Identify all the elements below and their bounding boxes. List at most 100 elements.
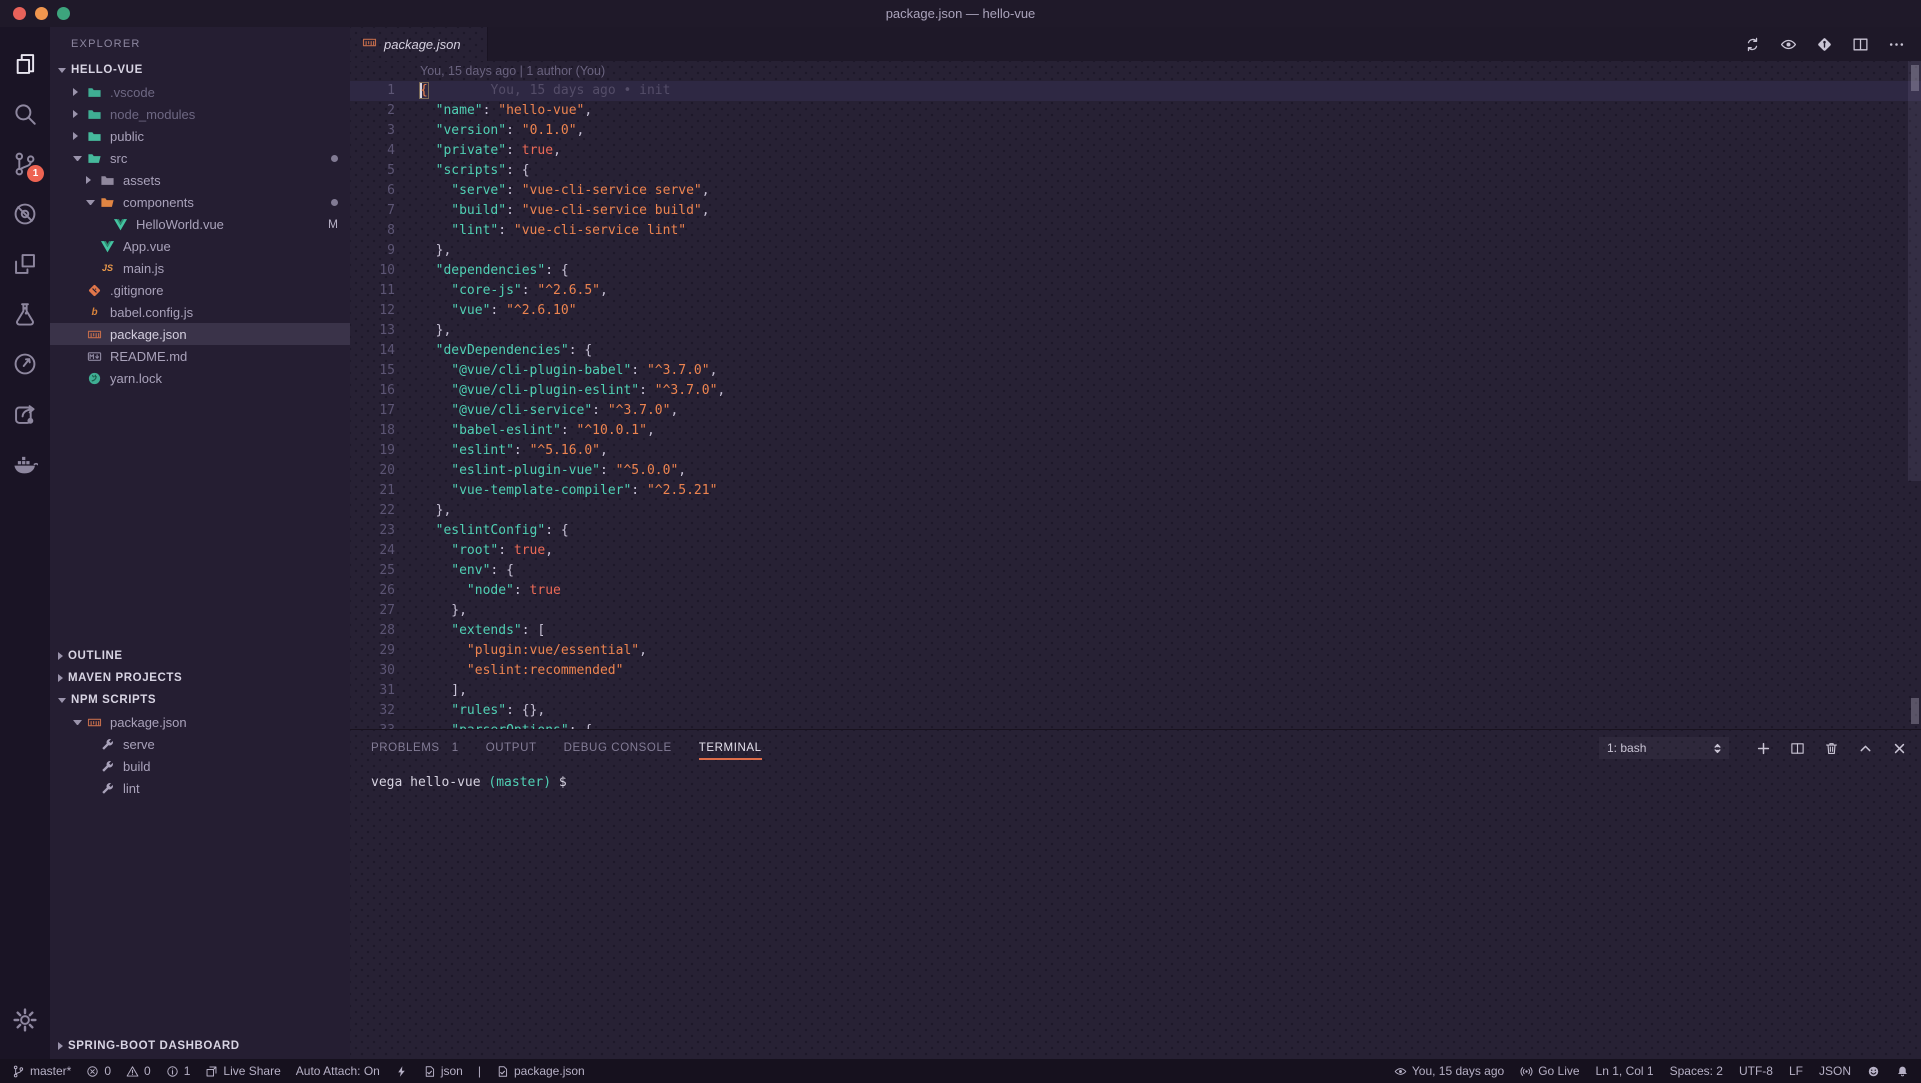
line-number[interactable]: 7 xyxy=(350,201,395,221)
cursor-position[interactable]: Ln 1, Col 1 xyxy=(1596,1064,1654,1078)
line-number[interactable]: 4 xyxy=(350,141,395,161)
plus-icon[interactable] xyxy=(1756,741,1771,756)
auto-attach-status[interactable]: Auto Attach: On xyxy=(296,1064,380,1078)
chevron-down-icon[interactable] xyxy=(73,156,82,161)
section-header-project[interactable]: HELLO-VUE xyxy=(50,59,350,81)
code-line-13[interactable]: 13}, xyxy=(350,321,1921,341)
language-mode[interactable]: JSON xyxy=(1819,1064,1851,1078)
line-number[interactable]: 17 xyxy=(350,401,395,421)
eol-status[interactable]: LF xyxy=(1789,1064,1803,1078)
tree-item-main-js[interactable]: JSmain.js xyxy=(50,257,350,279)
tree-item-helloworld-vue[interactable]: HelloWorld.vueM xyxy=(50,213,350,235)
line-number[interactable]: 19 xyxy=(350,441,395,461)
line-number[interactable]: 22 xyxy=(350,501,395,521)
indentation-status[interactable]: Spaces: 2 xyxy=(1670,1064,1723,1078)
line-number[interactable]: 24 xyxy=(350,541,395,561)
code-line-25[interactable]: 25"env": { xyxy=(350,561,1921,581)
code-line-20[interactable]: 20"eslint-plugin-vue": "^5.0.0", xyxy=(350,461,1921,481)
eye-icon[interactable] xyxy=(1780,36,1797,53)
line-number[interactable]: 6 xyxy=(350,181,395,201)
npm-script-serve[interactable]: serve xyxy=(50,733,350,755)
activity-bar-item-live-share[interactable] xyxy=(0,389,50,439)
tree-item-public[interactable]: public xyxy=(50,125,350,147)
chevron-right-icon[interactable] xyxy=(73,132,82,140)
live-share-status[interactable]: Live Share xyxy=(205,1064,280,1078)
code-line-8[interactable]: 8"lint": "vue-cli-service lint" xyxy=(350,221,1921,241)
activity-bar-item-source-control[interactable]: 1 xyxy=(0,139,50,189)
activity-bar-item-test[interactable] xyxy=(0,289,50,339)
line-number[interactable]: 10 xyxy=(350,261,395,281)
code-line-16[interactable]: 16"@vue/cli-plugin-eslint": "^3.7.0", xyxy=(350,381,1921,401)
section-header-outline[interactable]: OUTLINE xyxy=(50,645,350,667)
gitlens-blame-status[interactable]: You, 15 days ago xyxy=(1394,1064,1504,1078)
more-actions-icon[interactable] xyxy=(1888,36,1905,53)
line-number[interactable]: 25 xyxy=(350,561,395,581)
code-line-22[interactable]: 22}, xyxy=(350,501,1921,521)
line-number[interactable]: 2 xyxy=(350,101,395,121)
line-number[interactable]: 8 xyxy=(350,221,395,241)
section-header-springboot[interactable]: SPRING-BOOT DASHBOARD xyxy=(50,1035,350,1057)
npm-script-package-json[interactable]: package.json xyxy=(50,711,350,733)
code-line-23[interactable]: 23"eslintConfig": { xyxy=(350,521,1921,541)
tree-item-app-vue[interactable]: App.vue xyxy=(50,235,350,257)
code-line-15[interactable]: 15"@vue/cli-plugin-babel": "^3.7.0", xyxy=(350,361,1921,381)
code-line-29[interactable]: 29"plugin:vue/essential", xyxy=(350,641,1921,661)
code-line-18[interactable]: 18"babel-eslint": "^10.0.1", xyxy=(350,421,1921,441)
tab-package-json[interactable]: package.json xyxy=(350,27,488,61)
code-line-1[interactable]: 1{ You, 15 days ago • init xyxy=(350,81,1921,101)
panel-tab-debug-console[interactable]: DEBUG CONSOLE xyxy=(564,730,672,766)
npm-script-lint[interactable]: lint xyxy=(50,777,350,799)
chevron-down-icon[interactable] xyxy=(73,720,82,725)
terminal-select[interactable]: 1: bash xyxy=(1599,737,1729,759)
git-branch-status[interactable]: master* xyxy=(12,1064,71,1078)
chevron-right-icon[interactable] xyxy=(86,176,95,184)
code-line-21[interactable]: 21"vue-template-compiler": "^2.5.21" xyxy=(350,481,1921,501)
sync-icon[interactable] xyxy=(1744,36,1761,53)
code-line-12[interactable]: 12"vue": "^2.6.10" xyxy=(350,301,1921,321)
bolt-status[interactable] xyxy=(395,1065,408,1078)
code-line-17[interactable]: 17"@vue/cli-service": "^3.7.0", xyxy=(350,401,1921,421)
tree-item-src[interactable]: src xyxy=(50,147,350,169)
line-number[interactable]: 13 xyxy=(350,321,395,341)
line-number[interactable]: 28 xyxy=(350,621,395,641)
activity-bar-item-explorer[interactable] xyxy=(0,39,50,89)
code-line-14[interactable]: 14"devDependencies": { xyxy=(350,341,1921,361)
activity-bar-item-debug[interactable] xyxy=(0,189,50,239)
tree-item-babel-config-js[interactable]: bbabel.config.js xyxy=(50,301,350,323)
code-line-26[interactable]: 26"node": true xyxy=(350,581,1921,601)
warnings-count[interactable]: 0 xyxy=(126,1064,151,1078)
go-live-status[interactable]: Go Live xyxy=(1520,1064,1579,1078)
npm-script-build[interactable]: build xyxy=(50,755,350,777)
code-line-19[interactable]: 19"eslint": "^5.16.0", xyxy=(350,441,1921,461)
code-line-10[interactable]: 10"dependencies": { xyxy=(350,261,1921,281)
line-number[interactable]: 14 xyxy=(350,341,395,361)
code-line-9[interactable]: 9}, xyxy=(350,241,1921,261)
editor-scrollbar[interactable] xyxy=(1908,61,1921,481)
section-header-npm-scripts[interactable]: NPM SCRIPTS xyxy=(50,689,350,711)
line-number[interactable]: 33 xyxy=(350,721,395,729)
terminal[interactable]: vega hello-vue (master) $ xyxy=(350,766,1921,1059)
line-number[interactable]: 5 xyxy=(350,161,395,181)
trash-icon[interactable] xyxy=(1824,741,1839,756)
code-line-3[interactable]: 3"version": "0.1.0", xyxy=(350,121,1921,141)
line-number[interactable]: 23 xyxy=(350,521,395,541)
encoding-status[interactable]: UTF-8 xyxy=(1739,1064,1773,1078)
code-line-33[interactable]: 33"parserOptions": { xyxy=(350,721,1921,729)
tree-item-node-modules[interactable]: node_modules xyxy=(50,103,350,125)
split-panel-icon[interactable] xyxy=(1790,741,1805,756)
tree-item-readme-md[interactable]: README.md xyxy=(50,345,350,367)
code-line-2[interactable]: 2"name": "hello-vue", xyxy=(350,101,1921,121)
tree-item--vscode[interactable]: .vscode xyxy=(50,81,350,103)
line-number[interactable]: 21 xyxy=(350,481,395,501)
tree-item-components[interactable]: components xyxy=(50,191,350,213)
settings-button[interactable] xyxy=(0,995,50,1045)
info-count[interactable]: 1 xyxy=(166,1064,191,1078)
line-number[interactable]: 12 xyxy=(350,301,395,321)
line-number[interactable]: 30 xyxy=(350,661,395,681)
errors-count[interactable]: 0 xyxy=(86,1064,111,1078)
eslint-file-status[interactable]: package.json xyxy=(496,1064,585,1078)
activity-bar-item-search[interactable] xyxy=(0,89,50,139)
tree-item-assets[interactable]: assets xyxy=(50,169,350,191)
gitlens-blame-header[interactable]: You, 15 days ago | 1 author (You) xyxy=(350,61,1921,81)
line-number[interactable]: 32 xyxy=(350,701,395,721)
